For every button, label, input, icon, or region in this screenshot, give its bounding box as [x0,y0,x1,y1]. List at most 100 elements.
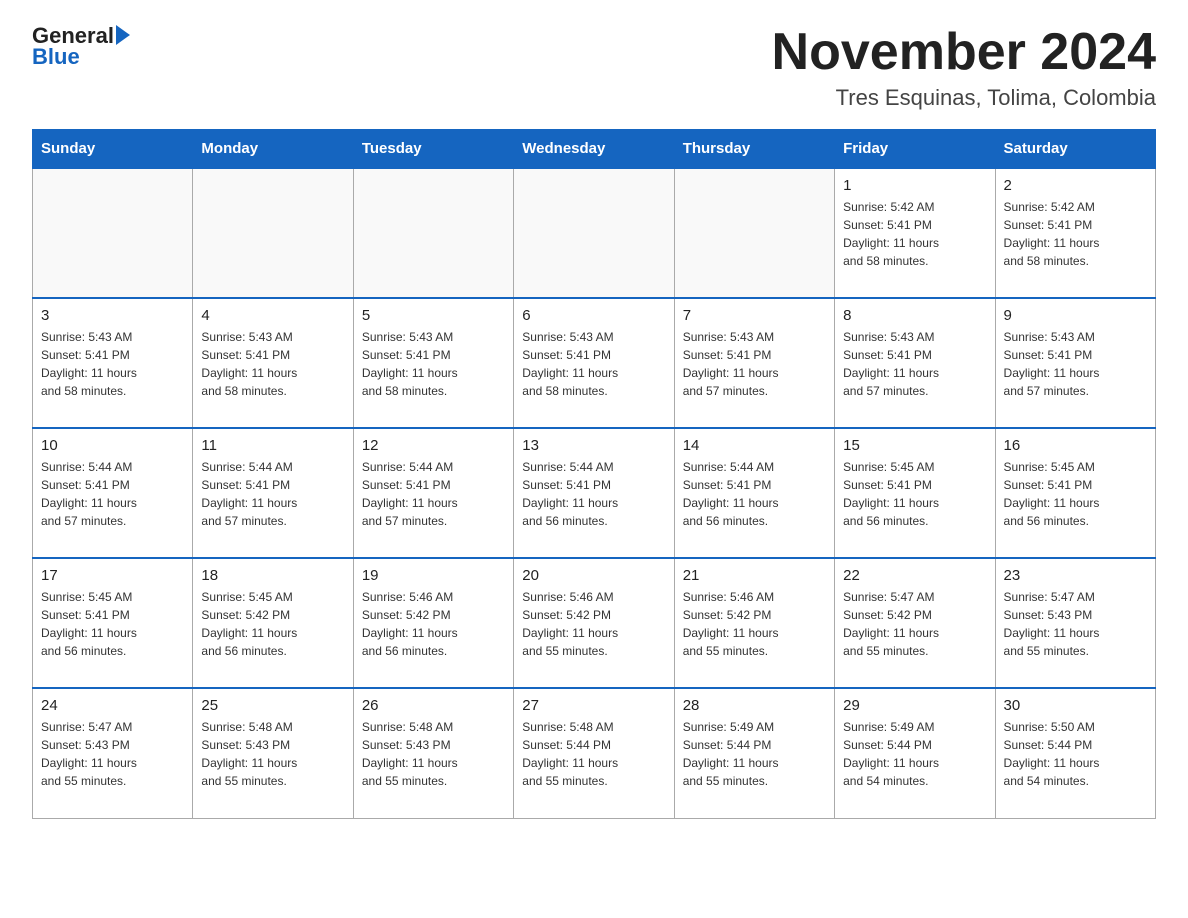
day-number: 24 [41,697,184,714]
day-info: Sunrise: 5:44 AM Sunset: 5:41 PM Dayligh… [522,458,665,530]
logo-arrow-icon [116,25,130,45]
day-info: Sunrise: 5:44 AM Sunset: 5:41 PM Dayligh… [362,458,505,530]
day-number: 4 [201,307,344,324]
day-info: Sunrise: 5:47 AM Sunset: 5:43 PM Dayligh… [41,718,184,790]
day-number: 7 [683,307,826,324]
calendar-cell: 2 Sunrise: 5:42 AM Sunset: 5:41 PM Daylig… [995,168,1155,298]
calendar-cell: 16 Sunrise: 5:45 AM Sunset: 5:41 PM Dayli… [995,428,1155,558]
day-number: 11 [201,437,344,454]
col-friday: Friday [835,130,995,169]
logo-bottom: Blue [32,44,80,70]
calendar-header-row: Sunday Monday Tuesday Wednesday Thursday… [33,130,1156,169]
logo: General Blue [32,24,130,70]
calendar-cell: 13 Sunrise: 5:44 AM Sunset: 5:41 PM Dayli… [514,428,674,558]
day-number: 10 [41,437,184,454]
day-info: Sunrise: 5:43 AM Sunset: 5:41 PM Dayligh… [683,328,826,400]
day-number: 26 [362,697,505,714]
day-number: 23 [1004,567,1147,584]
day-number: 30 [1004,697,1147,714]
day-number: 28 [683,697,826,714]
day-number: 1 [843,177,986,194]
calendar-cell: 20 Sunrise: 5:46 AM Sunset: 5:42 PM Dayli… [514,558,674,688]
calendar-cell: 4 Sunrise: 5:43 AM Sunset: 5:41 PM Daylig… [193,298,353,428]
day-info: Sunrise: 5:43 AM Sunset: 5:41 PM Dayligh… [201,328,344,400]
day-info: Sunrise: 5:49 AM Sunset: 5:44 PM Dayligh… [843,718,986,790]
day-number: 2 [1004,177,1147,194]
calendar-cell: 18Sunrise: 5:45 AM Sunset: 5:42 PM Dayli… [193,558,353,688]
page-header: General Blue November 2024 Tres Esquinas… [32,24,1156,111]
calendar-week-row: 10 Sunrise: 5:44 AM Sunset: 5:41 PM Dayli… [33,428,1156,558]
day-number: 27 [522,697,665,714]
day-info: Sunrise: 5:42 AM Sunset: 5:41 PM Dayligh… [1004,198,1147,270]
day-info: Sunrise: 5:45 AM Sunset: 5:41 PM Dayligh… [41,588,184,660]
day-info: Sunrise: 5:48 AM Sunset: 5:44 PM Dayligh… [522,718,665,790]
day-info: Sunrise: 5:48 AM Sunset: 5:43 PM Dayligh… [201,718,344,790]
day-info: Sunrise: 5:46 AM Sunset: 5:42 PM Dayligh… [683,588,826,660]
col-saturday: Saturday [995,130,1155,169]
day-number: 22 [843,567,986,584]
calendar-cell: 10 Sunrise: 5:44 AM Sunset: 5:41 PM Dayli… [33,428,193,558]
day-info: Sunrise: 5:47 AM Sunset: 5:43 PM Dayligh… [1004,588,1147,660]
day-info: Sunrise: 5:43 AM Sunset: 5:41 PM Dayligh… [1004,328,1147,400]
calendar-cell: 1 Sunrise: 5:42 AM Sunset: 5:41 PM Daylig… [835,168,995,298]
day-info: Sunrise: 5:43 AM Sunset: 5:41 PM Dayligh… [362,328,505,400]
day-number: 19 [362,567,505,584]
calendar-cell: 24 Sunrise: 5:47 AM Sunset: 5:43 PM Dayli… [33,688,193,818]
calendar-cell: 28Sunrise: 5:49 AM Sunset: 5:44 PM Dayli… [674,688,834,818]
calendar-week-row: 1 Sunrise: 5:42 AM Sunset: 5:41 PM Daylig… [33,168,1156,298]
day-info: Sunrise: 5:48 AM Sunset: 5:43 PM Dayligh… [362,718,505,790]
calendar-week-row: 17Sunrise: 5:45 AM Sunset: 5:41 PM Dayli… [33,558,1156,688]
month-title: November 2024 [772,24,1156,81]
day-number: 9 [1004,307,1147,324]
calendar-cell [193,168,353,298]
day-number: 12 [362,437,505,454]
day-number: 13 [522,437,665,454]
day-info: Sunrise: 5:43 AM Sunset: 5:41 PM Dayligh… [843,328,986,400]
calendar-table: Sunday Monday Tuesday Wednesday Thursday… [32,129,1156,819]
calendar-cell: 23 Sunrise: 5:47 AM Sunset: 5:43 PM Dayli… [995,558,1155,688]
calendar-cell: 22 Sunrise: 5:47 AM Sunset: 5:42 PM Dayli… [835,558,995,688]
day-info: Sunrise: 5:45 AM Sunset: 5:41 PM Dayligh… [1004,458,1147,530]
calendar-cell: 29 Sunrise: 5:49 AM Sunset: 5:44 PM Dayli… [835,688,995,818]
calendar-week-row: 24 Sunrise: 5:47 AM Sunset: 5:43 PM Dayli… [33,688,1156,818]
title-area: November 2024 Tres Esquinas, Tolima, Col… [772,24,1156,111]
day-number: 15 [843,437,986,454]
col-thursday: Thursday [674,130,834,169]
day-info: Sunrise: 5:44 AM Sunset: 5:41 PM Dayligh… [41,458,184,530]
day-info: Sunrise: 5:44 AM Sunset: 5:41 PM Dayligh… [201,458,344,530]
day-info: Sunrise: 5:46 AM Sunset: 5:42 PM Dayligh… [362,588,505,660]
col-tuesday: Tuesday [353,130,513,169]
day-number: 21 [683,567,826,584]
day-number: 18 [201,567,344,584]
day-info: Sunrise: 5:45 AM Sunset: 5:41 PM Dayligh… [843,458,986,530]
day-info: Sunrise: 5:50 AM Sunset: 5:44 PM Dayligh… [1004,718,1147,790]
day-info: Sunrise: 5:42 AM Sunset: 5:41 PM Dayligh… [843,198,986,270]
calendar-cell: 25Sunrise: 5:48 AM Sunset: 5:43 PM Dayli… [193,688,353,818]
calendar-cell: 17Sunrise: 5:45 AM Sunset: 5:41 PM Dayli… [33,558,193,688]
day-number: 14 [683,437,826,454]
calendar-cell: 27 Sunrise: 5:48 AM Sunset: 5:44 PM Dayli… [514,688,674,818]
day-number: 6 [522,307,665,324]
day-info: Sunrise: 5:44 AM Sunset: 5:41 PM Dayligh… [683,458,826,530]
calendar-cell [514,168,674,298]
calendar-cell: 19 Sunrise: 5:46 AM Sunset: 5:42 PM Dayli… [353,558,513,688]
day-number: 3 [41,307,184,324]
calendar-cell: 21 Sunrise: 5:46 AM Sunset: 5:42 PM Dayli… [674,558,834,688]
calendar-cell [33,168,193,298]
calendar-cell: 26 Sunrise: 5:48 AM Sunset: 5:43 PM Dayli… [353,688,513,818]
day-info: Sunrise: 5:43 AM Sunset: 5:41 PM Dayligh… [522,328,665,400]
calendar-cell: 12 Sunrise: 5:44 AM Sunset: 5:41 PM Dayli… [353,428,513,558]
calendar-cell [353,168,513,298]
day-number: 29 [843,697,986,714]
calendar-cell: 9 Sunrise: 5:43 AM Sunset: 5:41 PM Daylig… [995,298,1155,428]
calendar-cell: 30 Sunrise: 5:50 AM Sunset: 5:44 PM Dayli… [995,688,1155,818]
day-info: Sunrise: 5:47 AM Sunset: 5:42 PM Dayligh… [843,588,986,660]
calendar-cell: 11 Sunrise: 5:44 AM Sunset: 5:41 PM Dayli… [193,428,353,558]
location-subtitle: Tres Esquinas, Tolima, Colombia [772,85,1156,111]
calendar-cell: 3Sunrise: 5:43 AM Sunset: 5:41 PM Daylig… [33,298,193,428]
calendar-week-row: 3 Sunrise: 5:43 AM Sunset: 5:41 PM Daylig… [33,298,1156,428]
calendar-cell: 15 Sunrise: 5:45 AM Sunset: 5:41 PM Dayli… [835,428,995,558]
day-number: 20 [522,567,665,584]
day-info: Sunrise: 5:46 AM Sunset: 5:42 PM Dayligh… [522,588,665,660]
day-number: 16 [1004,437,1147,454]
